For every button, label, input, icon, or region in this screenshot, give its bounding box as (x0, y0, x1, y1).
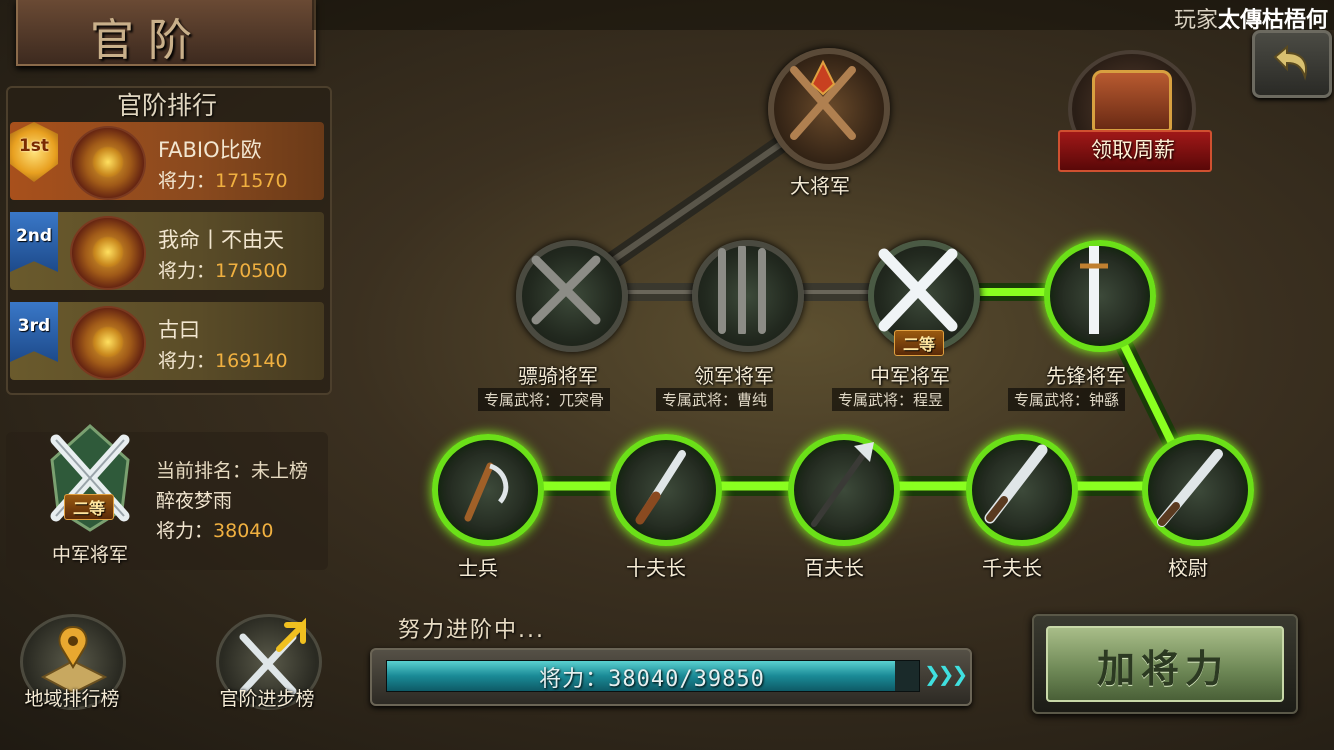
rank-node-colonel[interactable] (1142, 434, 1254, 546)
rank-node-army-general[interactable] (692, 240, 804, 352)
node-label: 十夫长 (626, 556, 686, 580)
progress-text: 将力：38040/39850 (539, 667, 765, 692)
rank-node-squad-leader[interactable] (610, 434, 722, 546)
node-label: 骠骑将军 (518, 364, 598, 388)
three-swords-icon (718, 246, 766, 334)
grade-badge: 二等 (894, 330, 945, 356)
node-label: 士兵 (458, 556, 498, 580)
spear-icon (811, 442, 874, 527)
node-label: 领军将军 (694, 364, 774, 388)
sickle-icon (464, 462, 509, 522)
crossed-swords-icon (878, 248, 958, 332)
chevron-right-icon: ❯❯❯ (924, 662, 968, 686)
hero-label: 专属武将：曹纯 (656, 388, 774, 411)
rank-node-captain[interactable] (966, 434, 1078, 546)
rank-node-vanguard-general[interactable] (1044, 240, 1156, 352)
rank-node-cavalry-general[interactable] (516, 240, 628, 352)
hero-label: 专属武将：兀突骨 (478, 388, 611, 411)
node-label: 中军将军 (870, 364, 950, 388)
treasure-chest-icon (1092, 70, 1172, 132)
node-label: 大将军 (790, 174, 850, 198)
node-label: 千夫长 (982, 556, 1042, 580)
node-label: 校尉 (1168, 556, 1208, 580)
hero-label: 专属武将：钟繇 (1008, 388, 1126, 411)
dagger-icon (635, 450, 686, 525)
broadsword-icon (984, 444, 1048, 524)
node-label: 百夫长 (804, 556, 864, 580)
rank-node-grand-general[interactable] (768, 48, 890, 170)
crossed-swords-icon (531, 255, 601, 325)
progress-caption: 努力进阶中... (398, 618, 545, 643)
glaive-icon (1157, 449, 1223, 527)
increase-power-label: 加将力 (1096, 646, 1229, 691)
rank-node-soldier[interactable] (432, 434, 544, 546)
rank-node-centurion[interactable] (788, 434, 900, 546)
crossed-axes-icon (790, 59, 856, 140)
hero-label: 专属武将：程昱 (832, 388, 950, 411)
weekly-salary-label: 领取周薪 (1091, 138, 1175, 162)
sword-icon (1080, 246, 1108, 334)
node-label: 先锋将军 (1046, 364, 1126, 388)
